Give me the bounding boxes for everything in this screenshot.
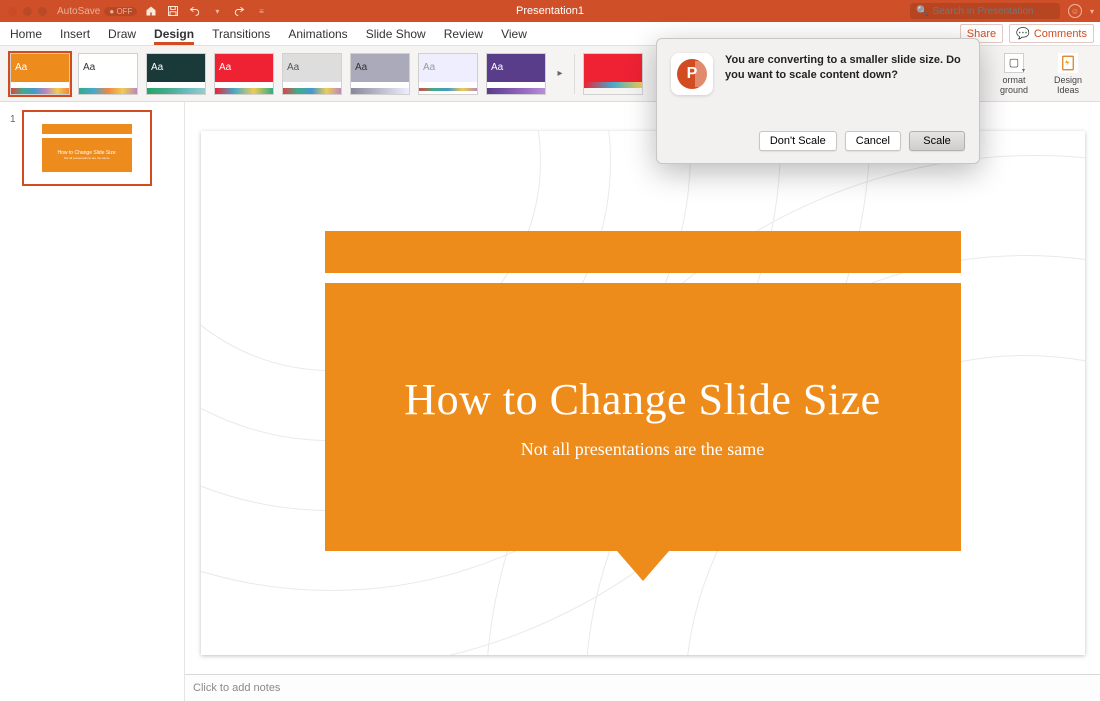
slide-header-bar[interactable] xyxy=(325,231,961,273)
format-bg-label-2: ground xyxy=(1000,85,1028,95)
thumb-subtitle: Not all presentations are the same xyxy=(64,156,110,160)
ribbon-separator xyxy=(574,54,575,94)
thumbnail-preview[interactable]: How to Change Slide Size Not all present… xyxy=(22,110,152,186)
theme-8[interactable]: Aa xyxy=(486,53,546,95)
tab-design[interactable]: Design xyxy=(154,27,194,45)
window-controls xyxy=(0,7,47,16)
design-ideas-label-1: Design xyxy=(1054,75,1082,85)
account-dropdown-icon[interactable]: ▾ xyxy=(1090,7,1094,16)
workspace: 1 How to Change Slide Size Not all prese… xyxy=(0,102,1100,701)
slide-pointer-shape xyxy=(617,551,669,581)
customize-qat-icon[interactable]: ≡ xyxy=(255,5,267,17)
format-background-icon: ▢ xyxy=(1004,53,1024,73)
bolt-icon: 💬 xyxy=(1016,27,1030,40)
comments-button[interactable]: 💬Comments xyxy=(1009,24,1094,43)
tab-insert[interactable]: Insert xyxy=(60,27,90,45)
undo-dropdown-icon[interactable]: ▾ xyxy=(211,5,223,17)
variant-1[interactable] xyxy=(583,53,643,95)
theme-6[interactable]: Aa xyxy=(350,53,410,95)
design-ideas-icon xyxy=(1058,53,1078,73)
tab-view[interactable]: View xyxy=(501,27,527,45)
theme-2[interactable]: Aa xyxy=(78,53,138,95)
design-ideas-label-2: Ideas xyxy=(1057,85,1079,95)
powerpoint-app-icon: P xyxy=(671,53,713,95)
format-bg-label-1: ormat xyxy=(1002,75,1025,85)
theme-5[interactable]: Aa xyxy=(282,53,342,95)
undo-icon[interactable] xyxy=(189,5,201,17)
theme-4[interactable]: Aa xyxy=(214,53,274,95)
cancel-button[interactable]: Cancel xyxy=(845,131,901,151)
zoom-window-icon[interactable] xyxy=(38,7,47,16)
thumbnail-1[interactable]: 1 How to Change Slide Size Not all prese… xyxy=(10,110,174,186)
tab-transitions[interactable]: Transitions xyxy=(212,27,270,45)
slide-thumbnails-pane[interactable]: 1 How to Change Slide Size Not all prese… xyxy=(0,102,185,701)
notes-placeholder: Click to add notes xyxy=(193,682,280,694)
autosave-state: ● OFF xyxy=(104,7,137,16)
account-icon[interactable]: ☺ xyxy=(1068,4,1082,18)
search-box[interactable]: 🔍 xyxy=(910,3,1060,19)
titlebar: AutoSave ● OFF ▾ ≡ Presentation1 🔍 ☺ ▾ xyxy=(0,0,1100,22)
minimize-window-icon[interactable] xyxy=(23,7,32,16)
theme-3[interactable]: Aa xyxy=(146,53,206,95)
save-icon[interactable] xyxy=(167,5,179,17)
search-icon: 🔍 xyxy=(916,6,928,17)
notes-pane[interactable]: Click to add notes xyxy=(185,674,1100,701)
search-input[interactable] xyxy=(932,6,1054,17)
dialog-message: You are converting to a smaller slide si… xyxy=(725,53,965,95)
scale-button[interactable]: Scale xyxy=(909,131,965,151)
tab-animations[interactable]: Animations xyxy=(288,27,347,45)
design-ideas-button[interactable]: Design Ideas xyxy=(1046,53,1090,95)
slide-title[interactable]: How to Change Slide Size xyxy=(404,374,880,425)
scale-content-dialog: P You are converting to a smaller slide … xyxy=(656,38,980,164)
tab-home[interactable]: Home xyxy=(10,27,42,45)
theme-gallery-more-icon[interactable]: ▸ xyxy=(554,68,566,79)
window-title: Presentation1 xyxy=(516,5,584,17)
tab-draw[interactable]: Draw xyxy=(108,27,136,45)
autosave-toggle[interactable]: AutoSave ● OFF xyxy=(57,6,137,17)
quick-access-toolbar: ▾ ≡ xyxy=(145,5,267,17)
theme-1[interactable]: Aa xyxy=(10,53,70,95)
tab-slideshow[interactable]: Slide Show xyxy=(366,27,426,45)
autosave-label: AutoSave xyxy=(57,6,100,17)
redo-icon[interactable] xyxy=(233,5,245,17)
editor-area: How to Change Slide Size Not all present… xyxy=(185,102,1100,701)
dont-scale-button[interactable]: Don't Scale xyxy=(759,131,837,151)
thumbnail-number: 1 xyxy=(10,110,16,186)
slide-canvas[interactable]: How to Change Slide Size Not all present… xyxy=(201,131,1085,655)
slide-canvas-wrap[interactable]: How to Change Slide Size Not all present… xyxy=(185,102,1100,674)
tab-review[interactable]: Review xyxy=(444,27,483,45)
slide-subtitle[interactable]: Not all presentations are the same xyxy=(521,439,764,460)
home-icon[interactable] xyxy=(145,5,157,17)
theme-7[interactable]: Aa xyxy=(418,53,478,95)
format-background-button[interactable]: ▢ ormat ground xyxy=(992,53,1036,95)
close-window-icon[interactable] xyxy=(8,7,17,16)
slide-title-card[interactable]: How to Change Slide Size Not all present… xyxy=(325,283,961,551)
